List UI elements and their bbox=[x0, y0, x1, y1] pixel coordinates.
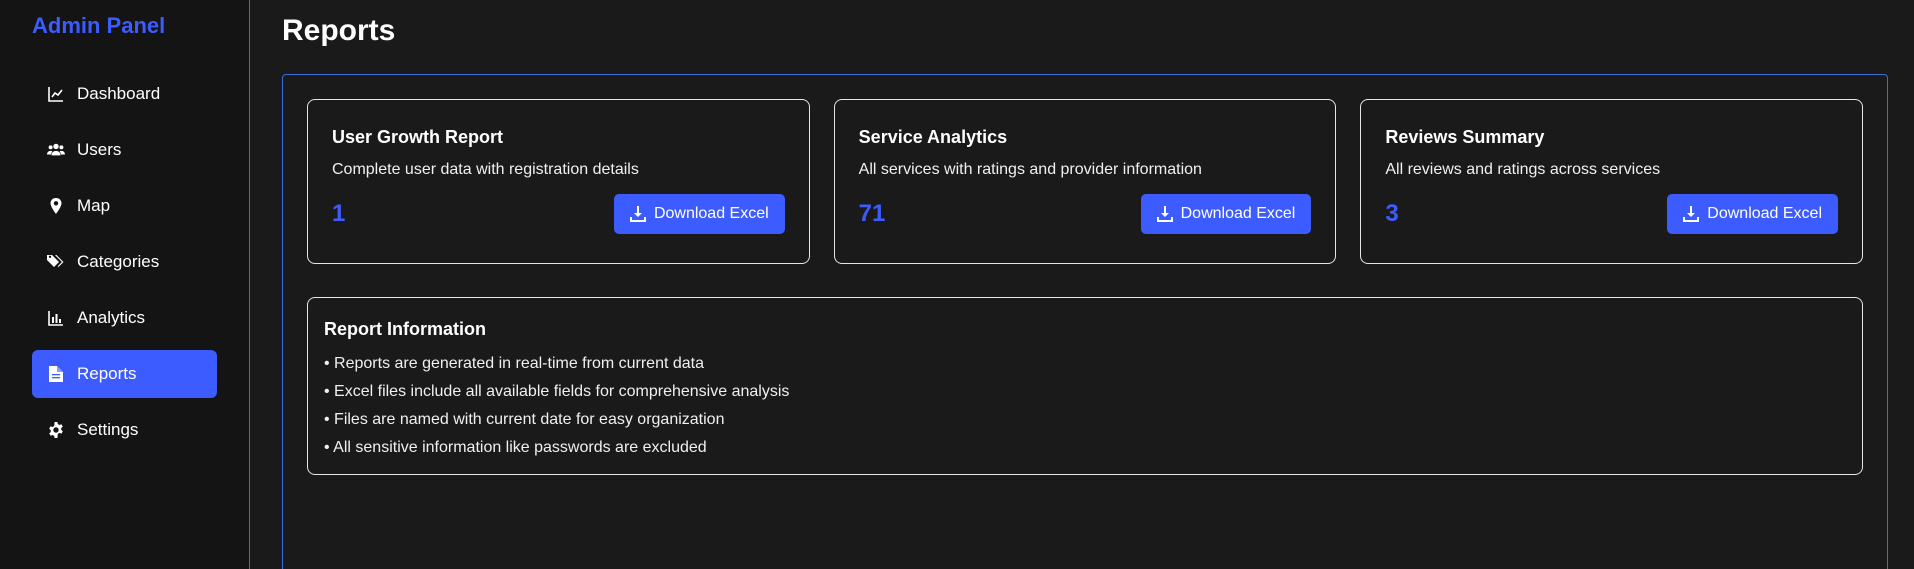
file-icon bbox=[47, 365, 65, 383]
card-footer: 1 Download Excel bbox=[332, 194, 785, 234]
reports-panel: User Growth Report Complete user data wi… bbox=[282, 74, 1888, 569]
button-label: Download Excel bbox=[1180, 205, 1296, 222]
chart-line-icon bbox=[47, 85, 65, 103]
map-pin-icon bbox=[47, 197, 65, 215]
download-excel-button[interactable]: Download Excel bbox=[1667, 194, 1839, 234]
users-icon bbox=[47, 141, 65, 159]
card-count: 71 bbox=[858, 200, 886, 227]
app-root: Admin Panel Dashboard Users Map Categori… bbox=[0, 0, 1914, 569]
download-icon bbox=[629, 206, 646, 222]
card-title: Reviews Summary bbox=[1385, 127, 1545, 147]
card-footer: 3 Download Excel bbox=[1385, 194, 1839, 234]
sidebar-item-label: Map bbox=[77, 196, 111, 215]
sidebar-item-dashboard[interactable]: Dashboard bbox=[32, 70, 217, 118]
report-card-user-growth: User Growth Report Complete user data wi… bbox=[307, 99, 810, 264]
main-content: Reports User Growth Report Complete user… bbox=[250, 0, 1914, 569]
info-title: Report Information bbox=[324, 319, 486, 339]
card-footer: 71 Download Excel bbox=[859, 194, 1312, 234]
sidebar: Admin Panel Dashboard Users Map Categori… bbox=[0, 0, 250, 569]
report-card-reviews-summary: Reviews Summary All reviews and ratings … bbox=[1360, 99, 1864, 264]
sidebar-item-label: Settings bbox=[77, 420, 139, 439]
report-cards: User Growth Report Complete user data wi… bbox=[307, 99, 1864, 264]
card-title: Service Analytics bbox=[858, 127, 1008, 147]
tags-icon bbox=[47, 253, 65, 271]
list-item: • Reports are generated in real-time fro… bbox=[324, 355, 704, 372]
sidebar-item-map[interactable]: Map bbox=[32, 182, 217, 230]
download-excel-button[interactable]: Download Excel bbox=[1140, 194, 1312, 234]
sidebar-nav: Dashboard Users Map Categories Analytics… bbox=[32, 70, 217, 454]
card-description: All reviews and ratings across services bbox=[1385, 161, 1661, 178]
sidebar-item-categories[interactable]: Categories bbox=[32, 238, 217, 286]
download-excel-button[interactable]: Download Excel bbox=[613, 194, 785, 234]
download-icon bbox=[1683, 206, 1700, 222]
download-icon bbox=[1156, 206, 1173, 222]
sidebar-item-settings[interactable]: Settings bbox=[32, 406, 217, 454]
card-count: 1 bbox=[332, 200, 346, 227]
report-information: Report Information • Reports are generat… bbox=[307, 297, 1863, 475]
list-item: • Excel files include all available fiel… bbox=[324, 383, 790, 400]
list-item: • Files are named with current date for … bbox=[324, 411, 725, 428]
sidebar-item-reports[interactable]: Reports bbox=[32, 350, 217, 398]
sidebar-item-analytics[interactable]: Analytics bbox=[32, 294, 217, 342]
page-title: Reports bbox=[282, 14, 396, 47]
list-item: • All sensitive information like passwor… bbox=[324, 439, 707, 456]
sidebar-item-label: Categories bbox=[77, 252, 160, 271]
sidebar-item-label: Reports bbox=[77, 364, 137, 383]
info-list: • Reports are generated in real-time fro… bbox=[324, 350, 1846, 462]
card-description: Complete user data with registration det… bbox=[332, 161, 639, 178]
brand-title: Admin Panel bbox=[32, 13, 166, 38]
button-label: Download Excel bbox=[653, 205, 769, 222]
sidebar-item-label: Users bbox=[77, 140, 122, 159]
report-card-service-analytics: Service Analytics All services with rati… bbox=[833, 99, 1337, 264]
sidebar-item-label: Analytics bbox=[77, 308, 146, 327]
card-count: 3 bbox=[1385, 200, 1399, 227]
card-description: All services with ratings and provider i… bbox=[858, 161, 1202, 178]
button-label: Download Excel bbox=[1707, 205, 1823, 222]
sidebar-item-label: Dashboard bbox=[77, 84, 161, 103]
gear-icon bbox=[47, 421, 65, 439]
bar-chart-icon bbox=[47, 309, 65, 327]
card-title: User Growth Report bbox=[332, 127, 504, 147]
sidebar-item-users[interactable]: Users bbox=[32, 126, 217, 174]
